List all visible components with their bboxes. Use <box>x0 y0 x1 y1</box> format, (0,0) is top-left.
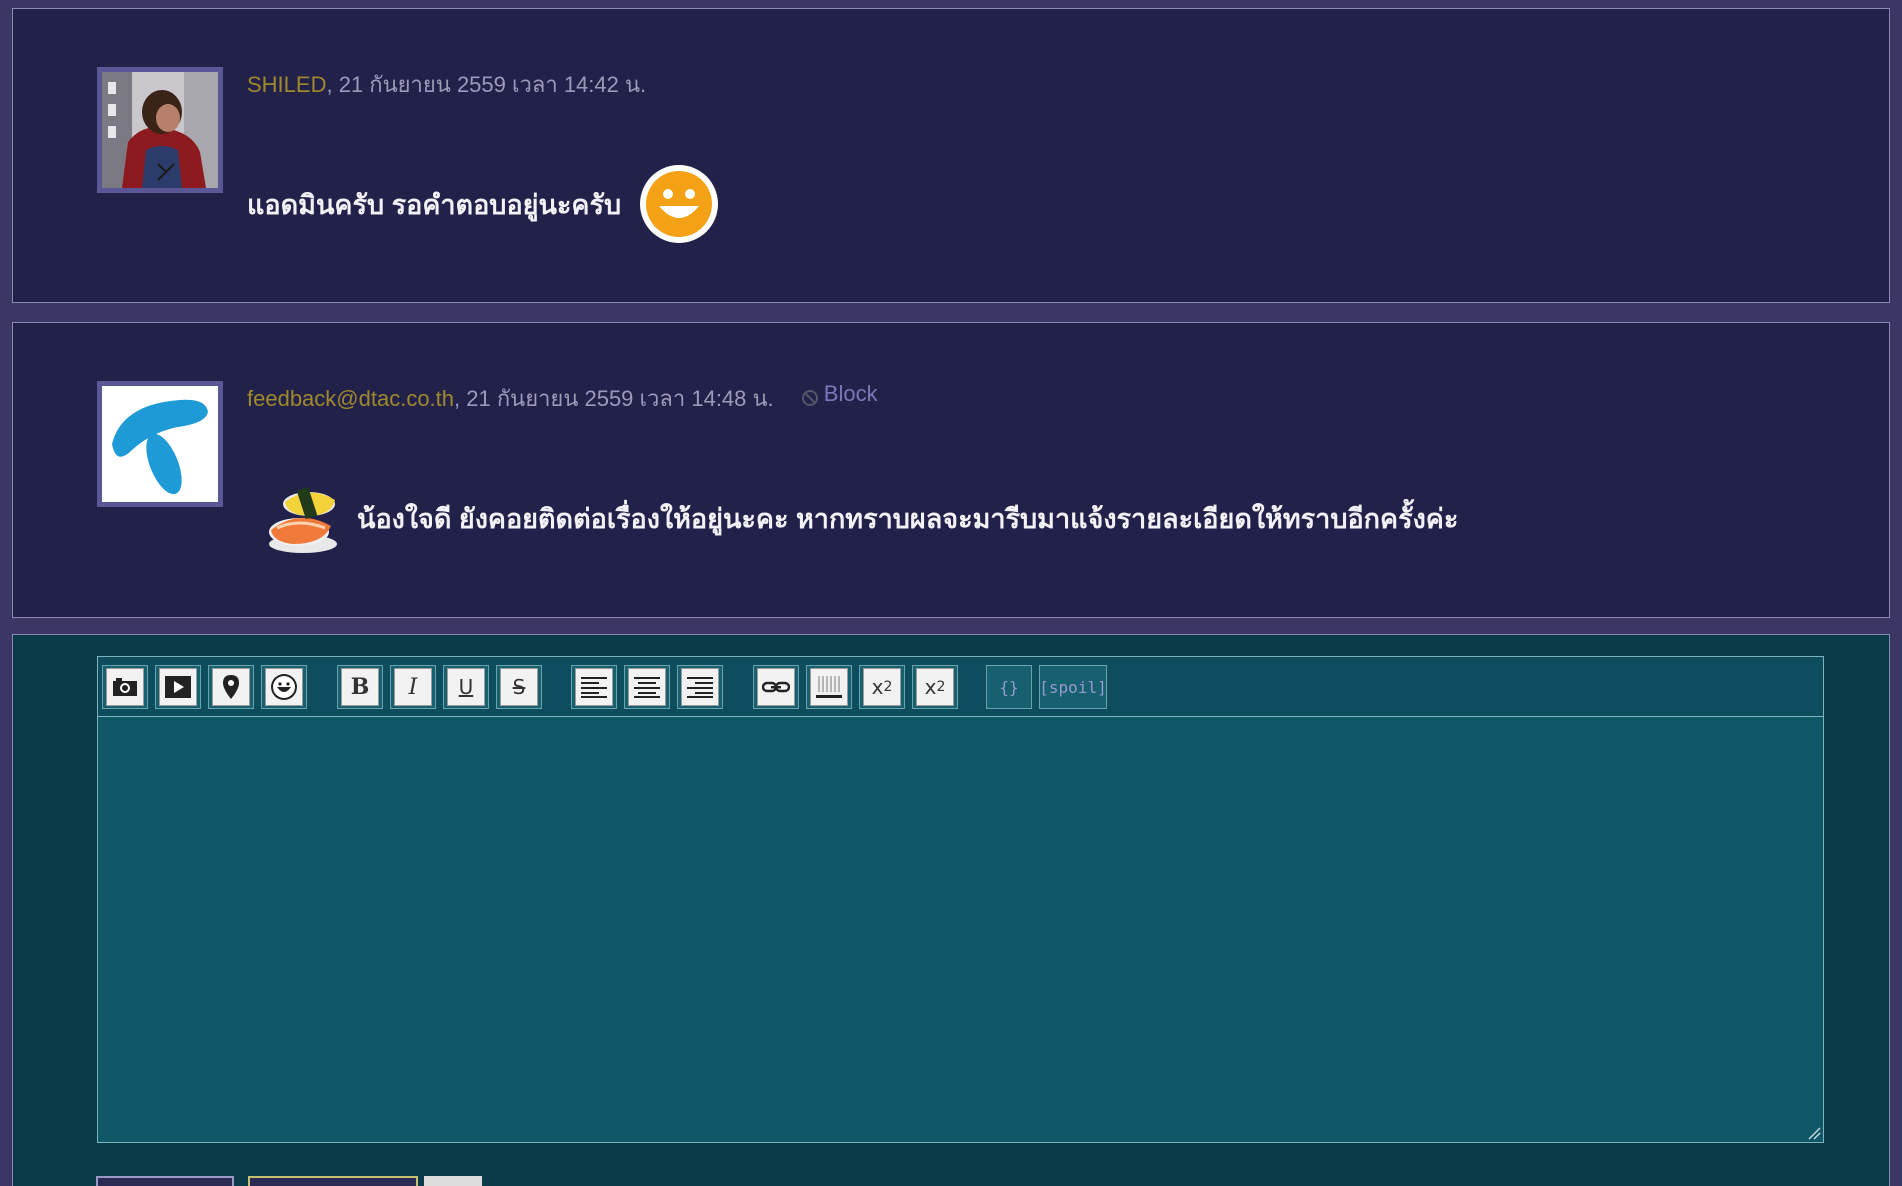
insert-location-button[interactable] <box>208 665 254 709</box>
message-text: น้องใจดี ยังคอยติดต่อเรื่องให้อยู่นะคะ ห… <box>357 503 1459 534</box>
grinning-face-icon <box>639 164 719 244</box>
spoiler-button[interactable]: [spoil] <box>1039 665 1107 709</box>
bold-button[interactable]: B <box>337 665 383 709</box>
author-link[interactable]: feedback@dtac.co.th <box>247 386 454 411</box>
spoiler-icon: [spoil] <box>1039 668 1107 706</box>
secondary-button[interactable] <box>248 1176 418 1186</box>
spiderman-avatar-icon <box>102 72 218 188</box>
avatar[interactable] <box>97 67 223 193</box>
reply-textarea[interactable] <box>98 717 1823 1142</box>
comment: feedback@dtac.co.th, 21 กันยายน 2559 เวล… <box>12 322 1890 618</box>
italic-button[interactable]: I <box>390 665 436 709</box>
user-avatar-thumbnail <box>424 1176 482 1186</box>
meta-separator: , <box>454 386 467 411</box>
align-center-icon <box>628 668 666 706</box>
block-icon <box>801 386 818 406</box>
insert-emoji-button[interactable] <box>261 665 307 709</box>
subscript-base: x <box>924 675 937 699</box>
submit-button[interactable] <box>96 1176 234 1186</box>
reply-box: B I U S x 2 x 2 {} [spoil] <box>12 634 1890 1186</box>
page: SHILED, 21 กันยายน 2559 เวลา 14:42 น. แอ… <box>0 0 1902 1186</box>
bold-icon: B <box>341 668 379 706</box>
horizontal-rule-button[interactable] <box>806 665 852 709</box>
align-right-icon <box>681 668 719 706</box>
underline-button[interactable]: U <box>443 665 489 709</box>
author-link[interactable]: SHILED <box>247 72 326 97</box>
smiley-icon <box>265 668 303 706</box>
code-button[interactable]: {} <box>986 665 1032 709</box>
message-text: แอดมินครับ รอคำตอบอยู่นะครับ <box>247 189 622 220</box>
superscript-base: x <box>871 675 884 699</box>
map-pin-icon <box>212 668 250 706</box>
align-left-button[interactable] <box>571 665 617 709</box>
superscript-button[interactable]: x2 <box>859 665 905 709</box>
insert-link-button[interactable] <box>753 665 799 709</box>
timestamp: 21 กันยายน 2559 เวลา 14:42 น. <box>338 72 647 97</box>
underline-icon: U <box>447 668 485 706</box>
superscript-icon: x2 <box>863 668 901 706</box>
comment-meta: SHILED, 21 กันยายน 2559 เวลา 14:42 น. <box>247 67 646 102</box>
comment-message: แอดมินครับ รอคำตอบอยู่นะครับ <box>247 164 719 244</box>
align-center-button[interactable] <box>624 665 670 709</box>
camera-icon <box>106 668 144 706</box>
align-left-icon <box>575 668 613 706</box>
block-button[interactable]: Block <box>801 381 878 407</box>
insert-image-button[interactable] <box>102 665 148 709</box>
rich-text-editor: B I U S x 2 x 2 {} [spoil] <box>97 656 1824 1143</box>
sushi-icon <box>263 478 343 558</box>
insert-video-button[interactable] <box>155 665 201 709</box>
code-icon: {} <box>990 668 1028 706</box>
editor-toolbar: B I U S x 2 x 2 {} [spoil] <box>98 657 1823 717</box>
comment-message: น้องใจดี ยังคอยติดต่อเรื่องให้อยู่นะคะ ห… <box>263 478 1458 558</box>
avatar[interactable] <box>97 381 223 507</box>
align-right-button[interactable] <box>677 665 723 709</box>
play-video-icon <box>159 668 197 706</box>
comment-meta: feedback@dtac.co.th, 21 กันยายน 2559 เวล… <box>247 381 878 416</box>
resize-handle-icon[interactable] <box>1807 1126 1821 1140</box>
horizontal-rule-icon <box>810 668 848 706</box>
comment: SHILED, 21 กันยายน 2559 เวลา 14:42 น. แอ… <box>12 8 1890 303</box>
superscript-exp: 2 <box>883 679 893 695</box>
link-icon <box>757 668 795 706</box>
strikethrough-icon: S <box>500 668 538 706</box>
strikethrough-button[interactable]: S <box>496 665 542 709</box>
subscript-button[interactable]: x2 <box>912 665 958 709</box>
block-label: Block <box>823 381 878 406</box>
timestamp: 21 กันยายน 2559 เวลา 14:48 น. <box>466 386 774 411</box>
subscript-exp: 2 <box>936 679 946 695</box>
subscript-icon: x2 <box>916 668 954 706</box>
italic-icon: I <box>394 668 432 706</box>
dtac-logo-icon <box>102 386 218 502</box>
meta-separator: , <box>326 72 339 97</box>
